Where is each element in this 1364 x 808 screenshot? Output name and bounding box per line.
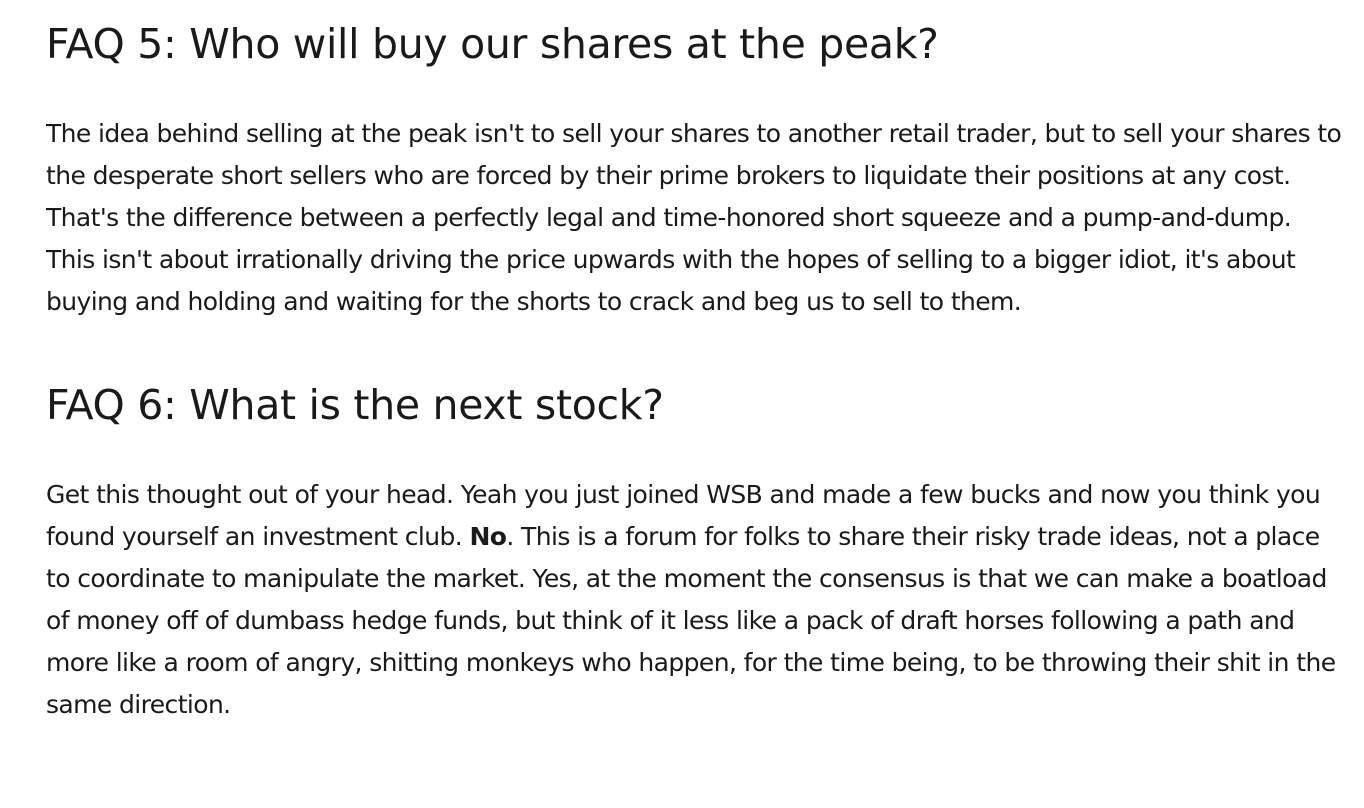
faq-section-5: FAQ 5: Who will buy our shares at the pe… bbox=[46, 14, 1346, 323]
faq-5-heading: FAQ 5: Who will buy our shares at the pe… bbox=[46, 20, 939, 68]
faq-content: FAQ 5: Who will buy our shares at the pe… bbox=[46, 14, 1346, 726]
faq-6-body: Get this thought out of your head. Yeah … bbox=[46, 474, 1346, 726]
faq-section-6: FAQ 6: What is the next stock? Get this … bbox=[46, 375, 1346, 726]
faq-6-heading: FAQ 6: What is the next stock? bbox=[46, 381, 664, 429]
faq-6-body-text-2: . This is a forum for folks to share the… bbox=[46, 522, 1336, 719]
faq-6-body-bold-no: No bbox=[469, 522, 507, 551]
faq-5-body: The idea behind selling at the peak isn'… bbox=[46, 119, 1342, 316]
